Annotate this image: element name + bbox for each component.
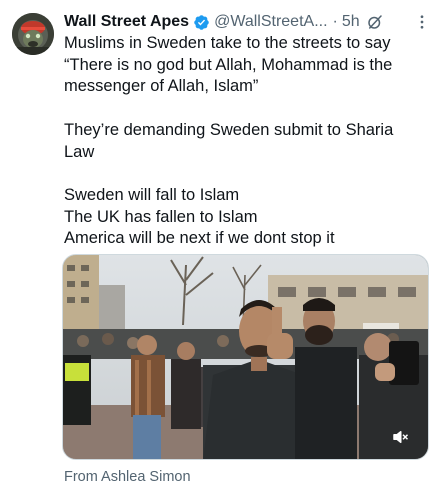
media-source-label[interactable]: From Ashlea Simon bbox=[64, 469, 191, 485]
tweet-timestamp[interactable]: 5h bbox=[342, 13, 360, 31]
video-player[interactable] bbox=[62, 254, 429, 460]
text-line: Law bbox=[64, 142, 95, 161]
text-line: The UK has fallen to Islam bbox=[64, 207, 258, 226]
text-line: “There is no god but Allah, Mohammad is … bbox=[64, 55, 393, 74]
text-line: Muslims in Sweden take to the streets to… bbox=[64, 34, 391, 52]
verified-badge-icon[interactable] bbox=[193, 14, 210, 31]
more-options-icon[interactable] bbox=[410, 10, 434, 34]
tweet-paragraph: They’re demanding Sweden submit to Shari… bbox=[64, 120, 424, 163]
grok-icon[interactable] bbox=[366, 13, 384, 31]
tweet-paragraph: Muslims in Sweden take to the streets to… bbox=[64, 33, 424, 98]
text-line: They’re demanding Sweden submit to Shari… bbox=[64, 120, 394, 139]
tweet-header: Wall Street Apes @WallStreetA... · 5h bbox=[64, 11, 430, 33]
author-avatar[interactable] bbox=[12, 13, 54, 55]
text-line: America will be next if we dont stop it bbox=[64, 229, 335, 248]
author-display-name[interactable]: Wall Street Apes bbox=[64, 13, 189, 31]
author-handle[interactable]: @WallStreetA... bbox=[214, 13, 327, 31]
gorilla-avatar-icon bbox=[12, 13, 54, 55]
tweet-paragraph: Sweden will fall to Islam The UK has fal… bbox=[64, 185, 424, 250]
text-line: Sweden will fall to Islam bbox=[64, 185, 240, 204]
video-frame bbox=[63, 255, 428, 459]
tweet-text: Muslims in Sweden take to the streets to… bbox=[64, 33, 424, 250]
volume-muted-icon[interactable] bbox=[390, 427, 410, 447]
separator-dot: · bbox=[332, 13, 338, 30]
text-line: messenger of Allah, Islam” bbox=[64, 77, 259, 96]
tweet-card[interactable]: Wall Street Apes @WallStreetA... · 5h Mu… bbox=[0, 0, 440, 500]
